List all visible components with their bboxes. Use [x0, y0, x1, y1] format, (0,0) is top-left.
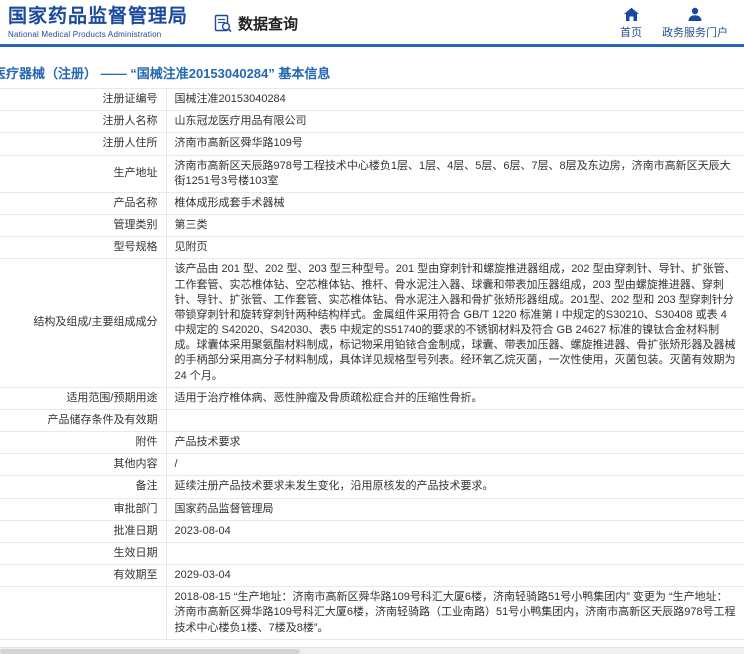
- row-label: [0, 586, 167, 640]
- row-value: 见附页: [166, 236, 744, 260]
- row-label: 管理类别: [0, 214, 167, 238]
- row-value: /: [166, 453, 744, 477]
- section-title: 数据查询: [238, 15, 299, 33]
- row-value: 国家药品监督管理局: [166, 498, 744, 521]
- row-label: 产品储存条件及有效期: [0, 409, 167, 433]
- home-icon: [623, 7, 640, 22]
- row-label: 产品名称: [0, 192, 167, 216]
- site-header: 国家药品监督管理局 National Medical Products Admi…: [0, 0, 744, 44]
- row-label: 备注: [0, 475, 167, 499]
- table-row: 型号规格 见附页: [0, 236, 744, 260]
- table-row: 适用范围/预期用途 适用于治疗椎体病、恶性肿瘤及骨质疏松症合并的压缩性骨折。: [0, 387, 744, 410]
- nav-home-label: 首页: [620, 26, 642, 39]
- nav-home[interactable]: 首页: [620, 7, 642, 40]
- row-label: 有效期至: [0, 564, 167, 588]
- table-row: 备注 延续注册产品技术要求未发生变化，沿用原核发的产品技术要求。: [0, 475, 744, 499]
- top-nav: 首页 政务服务门户: [620, 7, 734, 40]
- nav-portal-label: 政务服务门户: [662, 26, 728, 39]
- user-icon: [687, 7, 703, 22]
- page-title: 医疗器械（注册） —— “国械注准20153040284” 基本信息: [0, 66, 331, 81]
- table-row: 有效期至 2029-03-04: [0, 564, 744, 588]
- row-value: [166, 409, 744, 433]
- row-value: 济南市高新区天辰路978号工程技术中心楼负1层、1层、4层、5层、6层、7层、8…: [166, 155, 744, 193]
- table-row: 2018-08-15 “生产地址：济南市高新区舜华路109号科汇大厦6楼，济南轻…: [0, 586, 744, 640]
- row-label: 审批部门: [0, 498, 167, 521]
- table-row: 注册人住所 济南市高新区舜华路109号: [0, 132, 744, 156]
- table-row: 附件 产品技术要求: [0, 431, 744, 455]
- row-value: 产品技术要求: [166, 431, 744, 455]
- row-value: 国械注准20153040284: [166, 88, 744, 112]
- row-label: 适用范围/预期用途: [0, 387, 167, 410]
- row-label: 型号规格: [0, 236, 167, 260]
- brand-logo[interactable]: 国家药品监督管理局 National Medical Products Admi…: [8, 6, 189, 39]
- table-row: 注册证编号 国械注准20153040284: [0, 88, 744, 112]
- horizontal-scrollbar[interactable]: [0, 647, 744, 654]
- org-name-cn: 国家药品监督管理局: [8, 6, 189, 28]
- row-label: 结构及组成/主要组成成分: [0, 258, 167, 388]
- table-row: 产品储存条件及有效期: [0, 409, 744, 433]
- page: 国家药品监督管理局 National Medical Products Admi…: [0, 0, 744, 654]
- row-label: 批准日期: [0, 520, 167, 543]
- row-label: 注册人名称: [0, 110, 167, 134]
- row-label: 注册人住所: [0, 132, 167, 156]
- table-row: 其他内容 /: [0, 453, 744, 477]
- table-row: 生效日期: [0, 542, 744, 566]
- table-row: 批准日期 2023-08-04: [0, 520, 744, 543]
- nav-portal[interactable]: 政务服务门户: [662, 7, 728, 40]
- row-value: 2023-08-04: [166, 520, 744, 543]
- row-value: 2029-03-04: [166, 564, 744, 588]
- table-row: 产品名称 椎体成形成套手术器械: [0, 192, 744, 216]
- scrollbar-thumb[interactable]: [0, 649, 300, 654]
- data-query-section: 数据查询: [214, 13, 298, 34]
- header-divider: [0, 44, 744, 47]
- data-query-icon: [214, 14, 233, 33]
- row-value: 2018-08-15 “生产地址：济南市高新区舜华路109号科汇大厦6楼，济南轻…: [166, 586, 744, 640]
- row-value: 第三类: [166, 214, 744, 238]
- row-value: 椎体成形成套手术器械: [166, 192, 744, 216]
- row-label: 生产地址: [0, 155, 167, 193]
- row-label: 附件: [0, 431, 167, 455]
- table-row: 注册人名称 山东冠龙医疗用品有限公司: [0, 110, 744, 134]
- info-table: 注册证编号 国械注准20153040284 注册人名称 山东冠龙医疗用品有限公司 注册人…: [0, 88, 744, 640]
- table-row: 审批部门 国家药品监督管理局: [0, 498, 744, 521]
- org-name-en: National Medical Products Administration: [8, 29, 162, 39]
- table-row: 生产地址 济南市高新区天辰路978号工程技术中心楼负1层、1层、4层、5层、6层、…: [0, 155, 744, 193]
- row-value: [166, 542, 744, 566]
- row-value: 该产品由 201 型、202 型、203 型三种型号。201 型由穿刺针和螺旋推…: [166, 258, 744, 388]
- table-row: 管理类别 第三类: [0, 214, 744, 238]
- row-value: 山东冠龙医疗用品有限公司: [166, 110, 744, 134]
- row-value: 济南市高新区舜华路109号: [166, 132, 744, 156]
- row-label: 其他内容: [0, 453, 167, 477]
- row-value: 适用于治疗椎体病、恶性肿瘤及骨质疏松症合并的压缩性骨折。: [166, 387, 744, 410]
- row-label: 生效日期: [0, 542, 167, 566]
- row-label: 注册证编号: [0, 88, 167, 112]
- table-row: 结构及组成/主要组成成分 该产品由 201 型、202 型、203 型三种型号。2…: [0, 258, 744, 388]
- row-value: 延续注册产品技术要求未发生变化，沿用原核发的产品技术要求。: [166, 475, 744, 499]
